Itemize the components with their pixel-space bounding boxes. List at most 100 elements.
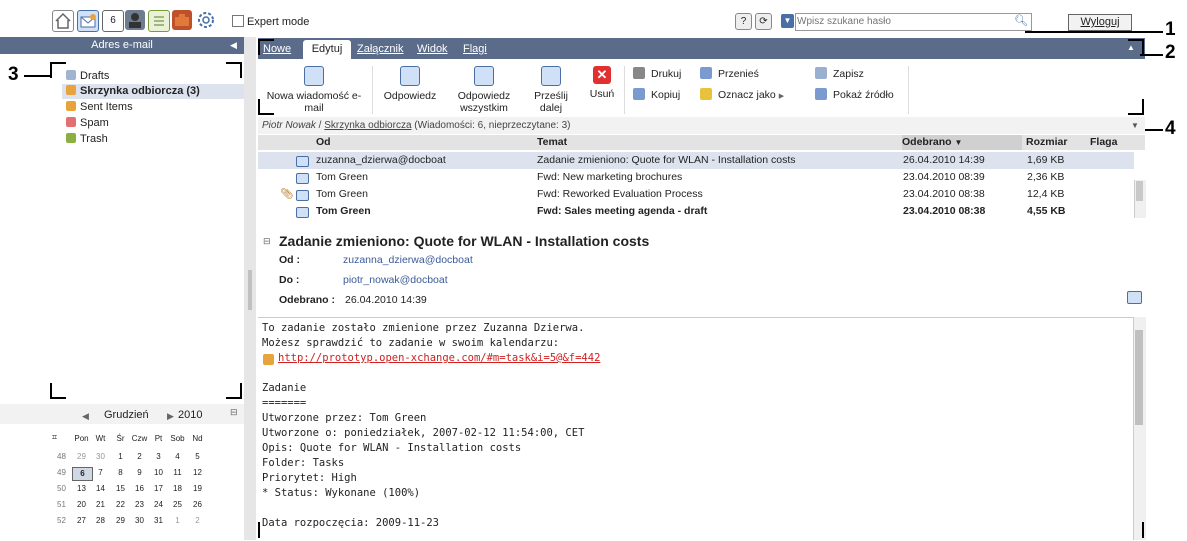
reply-all-button[interactable]: Odpowiedz wszystkim — [452, 66, 516, 114]
calendar-day[interactable]: 7 — [91, 467, 110, 479]
col-size[interactable]: Rozmiar — [1026, 135, 1067, 150]
infostore-icon[interactable] — [172, 10, 192, 30]
calendar-day[interactable]: 25 — [168, 499, 187, 511]
calendar-day[interactable]: 26 — [188, 499, 207, 511]
home-icon[interactable] — [52, 10, 74, 32]
calendar-day[interactable]: 28 — [91, 515, 110, 527]
mail-icon[interactable] — [77, 10, 99, 32]
refresh-icon[interactable]: ⟳ — [755, 13, 772, 30]
calendar-day[interactable]: 2 — [188, 515, 207, 527]
calendar-day[interactable]: 18 — [168, 483, 187, 495]
table-row[interactable]: zuzanna_dzierwa@docboat Zadanie zmieniono… — [258, 152, 1134, 169]
contacts-icon[interactable] — [125, 10, 145, 30]
collapse-header-icon[interactable]: ⊟ — [263, 236, 271, 247]
callout-4: 4 — [1165, 118, 1176, 139]
body-scroll-thumb[interactable] — [1135, 330, 1143, 425]
logout-button[interactable]: Wyloguj — [1068, 14, 1132, 31]
search-input[interactable] — [797, 14, 1007, 28]
collapse-calendar-icon[interactable]: ⊟ — [230, 407, 238, 418]
move-button[interactable]: Przenieś — [700, 67, 759, 81]
col-received[interactable]: Odebrano ▼ — [902, 135, 1022, 150]
mark-as-button[interactable]: Oznacz jako ▶ — [700, 88, 784, 104]
next-month-icon[interactable]: ▶ — [167, 411, 174, 422]
collapse-left-icon[interactable]: ◀ — [230, 37, 237, 54]
tab-attachment[interactable]: Załącznik — [357, 41, 403, 57]
breadcrumb-folder[interactable]: Skrzynka odbiorcza — [324, 120, 411, 131]
col-from[interactable]: Od — [316, 135, 331, 150]
calendar-day[interactable]: 24 — [149, 499, 168, 511]
cell-size: 12,4 KB — [1027, 188, 1065, 200]
splitter-grip[interactable] — [248, 270, 252, 310]
calendar-day[interactable]: 21 — [91, 499, 110, 511]
col-subject[interactable]: Temat — [537, 135, 567, 150]
calendar-day[interactable]: 30 — [91, 451, 110, 463]
calendar-day[interactable]: 29 — [111, 515, 130, 527]
search-icon[interactable]: 🔍︎ — [1014, 14, 1028, 27]
calendar-icon[interactable]: 6 — [102, 10, 124, 32]
calendar-day[interactable]: 19 — [188, 483, 207, 495]
to-address[interactable]: piotr_nowak@docboat — [343, 274, 448, 286]
from-address[interactable]: zuzanna_dzierwa@docboat — [343, 254, 473, 266]
tasks-icon[interactable] — [148, 10, 170, 32]
task-link[interactable]: http://prototyp.open-xchange.com/#m=task… — [278, 352, 600, 365]
folder-inbox[interactable]: Skrzynka odbiorcza (3) — [66, 84, 200, 98]
calendar-day[interactable]: 10 — [149, 467, 168, 479]
calendar-day[interactable]: 30 — [130, 515, 149, 527]
save-button[interactable]: Zapisz — [815, 67, 864, 81]
calendar-day[interactable]: 1 — [111, 451, 130, 463]
folder-trash[interactable]: Trash — [66, 132, 108, 146]
cell-from: Tom Green — [316, 188, 368, 200]
table-row[interactable]: Tom Green Fwd: New marketing brochures 23.… — [258, 169, 1134, 186]
today-icon[interactable]: ⌗ — [52, 432, 57, 443]
calendar-day[interactable]: 22 — [111, 499, 130, 511]
calendar-day[interactable]: 3 — [149, 451, 168, 463]
calendar-day[interactable]: 31 — [149, 515, 168, 527]
list-options-icon[interactable]: ▼ — [1131, 121, 1139, 130]
folder-sent[interactable]: Sent Items — [66, 100, 133, 114]
calendar-day[interactable]: 13 — [72, 483, 91, 495]
calendar-day[interactable]: 1 — [168, 515, 187, 527]
calendar-day[interactable]: 5 — [188, 451, 207, 463]
attachment-icon: 📎︎ — [280, 188, 294, 200]
calendar-day[interactable]: 27 — [72, 515, 91, 527]
calendar-day[interactable]: 20 — [72, 499, 91, 511]
forward-button[interactable]: Prześlij dalej — [526, 66, 576, 114]
reply-button[interactable]: Odpowiedz — [378, 66, 442, 102]
show-source-button[interactable]: Pokaż źródło — [815, 88, 894, 102]
tab-flags[interactable]: Flagi — [463, 41, 487, 57]
calendar-day[interactable]: 6 — [72, 467, 93, 481]
print-button[interactable]: Drukuj — [633, 67, 681, 81]
list-scroll-thumb[interactable] — [1136, 181, 1143, 201]
tab-edit[interactable]: Edytuj — [303, 40, 351, 59]
copy-button[interactable]: Kopiuj — [633, 88, 680, 102]
folder-drafts[interactable]: Drafts — [66, 69, 109, 83]
calendar-day[interactable]: 8 — [111, 467, 130, 479]
calendar-day[interactable]: 12 — [188, 467, 207, 479]
table-row[interactable]: Tom Green Fwd: Sales meeting agenda - dra… — [258, 203, 1134, 220]
calendar-day[interactable]: 16 — [130, 483, 149, 495]
delete-button[interactable]: ✕ Usuń — [582, 66, 622, 100]
settings-icon[interactable] — [196, 10, 216, 30]
calendar-day[interactable]: 17 — [149, 483, 168, 495]
calendar-day[interactable]: 11 — [168, 467, 187, 479]
calendar-day[interactable]: 2 — [130, 451, 149, 463]
folder-spam[interactable]: Spam — [66, 116, 109, 130]
tab-view[interactable]: Widok — [417, 41, 448, 57]
prev-month-icon[interactable]: ◀ — [82, 411, 89, 422]
checkbox-icon[interactable] — [232, 15, 244, 27]
breadcrumb-user[interactable]: Piotr Nowak — [262, 120, 316, 131]
table-row[interactable]: 📎︎ Tom Green Fwd: Reworked Evaluation Proc… — [258, 186, 1134, 203]
help-icon[interactable]: ? — [735, 13, 752, 30]
search-options-icon[interactable]: ▼ — [781, 14, 794, 28]
calendar-day[interactable]: 14 — [91, 483, 110, 495]
calendar-day[interactable]: 15 — [111, 483, 130, 495]
weekday-label: Wt — [95, 434, 106, 443]
calendar-day[interactable]: 4 — [168, 451, 187, 463]
calendar-day[interactable]: 23 — [130, 499, 149, 511]
reply-label: Odpowiedz — [383, 90, 437, 102]
new-mail-button[interactable]: Nowa wiadomość e-mail — [266, 66, 362, 114]
expert-mode-checkbox[interactable]: Expert mode — [232, 15, 309, 28]
calendar-day[interactable]: 9 — [130, 467, 149, 479]
col-flag[interactable]: Flaga — [1090, 135, 1117, 150]
calendar-day[interactable]: 29 — [72, 451, 91, 463]
